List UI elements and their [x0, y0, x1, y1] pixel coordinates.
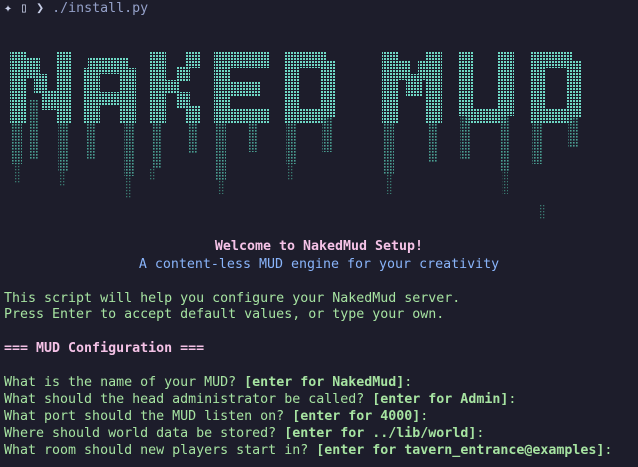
intro-line-2: Press Enter to accept default values, or… [4, 307, 445, 322]
sparkle-icon: ✦ [4, 1, 13, 16]
question-text: What should the head administrator be ca… [4, 392, 373, 407]
intro-line-1: This script will help you configure your… [4, 291, 461, 306]
default-hint: [enter for Admin] [372, 392, 509, 407]
prompt-arrow: ❯ [36, 1, 45, 16]
naked-mud-banner [10, 52, 582, 220]
default-hint: [enter for ../lib/world] [284, 426, 477, 441]
default-hint: [enter for 4000] [292, 409, 421, 424]
welcome-subtitle: A content-less MUD engine for your creat… [138, 257, 500, 272]
default-hint: [enter for tavern_entrance@examples] [316, 443, 605, 458]
question-text: What room should new players start in? [4, 443, 317, 458]
question-colon: : [604, 443, 613, 458]
question-colon: : [420, 409, 429, 424]
question-admin-name: What should the head administrator be ca… [4, 391, 516, 408]
command-text: ./install.py [52, 1, 149, 16]
question-colon: : [508, 392, 517, 407]
question-colon: : [404, 375, 413, 390]
question-port: What port should the MUD listen on? [ent… [4, 408, 428, 425]
shell-prompt: ✦ ▯ ❯ ./install.py [4, 0, 148, 18]
default-hint: [enter for NakedMud] [244, 375, 405, 390]
question-start-room[interactable]: What room should new players start in? [… [4, 442, 612, 459]
section-header: === MUD Configuration === [4, 341, 205, 356]
question-mud-name: What is the name of your MUD? [enter for… [4, 374, 412, 391]
question-text: What is the name of your MUD? [4, 375, 245, 390]
question-text: Where should world data be stored? [4, 426, 285, 441]
folder-icon: ▯ [20, 1, 29, 16]
question-text: What port should the MUD listen on? [4, 409, 293, 424]
question-world-path: Where should world data be stored? [ente… [4, 425, 484, 442]
question-colon: : [476, 426, 485, 441]
welcome-title: Welcome to NakedMud Setup! [214, 239, 424, 254]
